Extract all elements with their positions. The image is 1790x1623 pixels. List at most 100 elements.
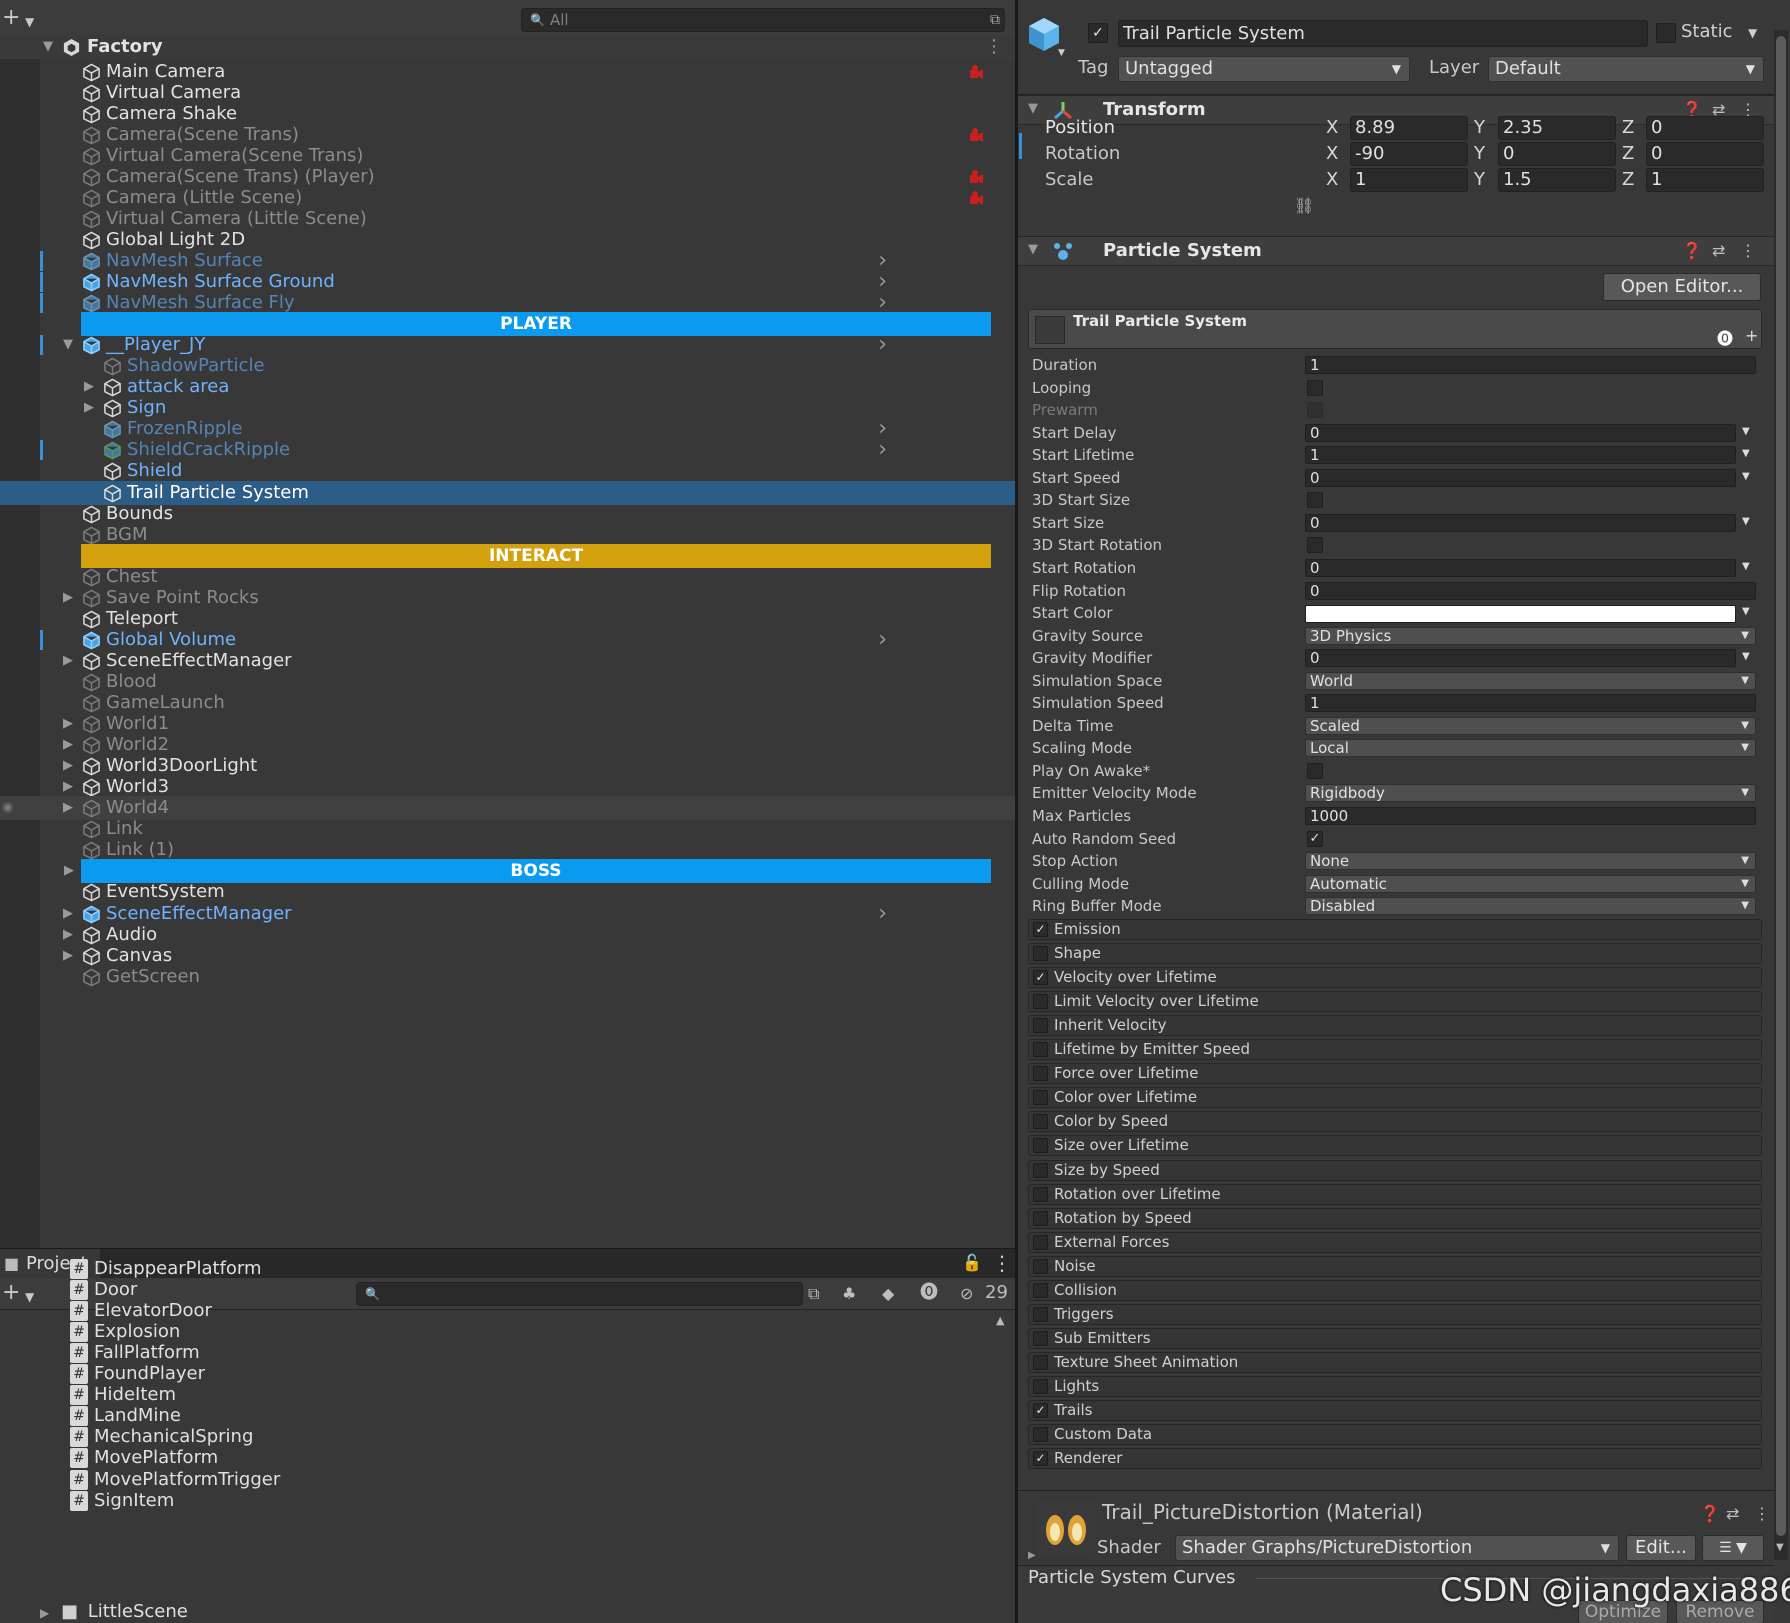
scale-y-field[interactable]: 1.5 [1498,168,1616,192]
module-enable-checkbox[interactable] [1033,1259,1048,1274]
scene-row[interactable]: ▼ Factory ⋮ [0,35,1015,59]
axis-z-label[interactable]: Z [1622,116,1634,140]
module-enable-checkbox[interactable]: ✓ [1033,1403,1048,1418]
hierarchy-item[interactable]: GetScreen [0,965,1015,989]
warning-icon[interactable]: ⓿ [1717,325,1733,349]
scale-x-field[interactable]: 1 [1350,168,1468,192]
shader-edit-button[interactable]: Edit... [1626,1535,1696,1561]
module-enable-checkbox[interactable] [1033,1187,1048,1202]
help-icon[interactable]: ❓ [1700,1504,1720,1524]
prop-field[interactable]: 0 [1305,424,1736,442]
curve-mode-dropdown-icon[interactable]: ▼ [1742,606,1750,617]
project-search-input[interactable]: 🔍 [356,1282,803,1306]
module-header[interactable]: ✓ Emission [1028,919,1762,940]
module-enable-checkbox[interactable]: ✓ [1033,922,1048,937]
more-options-icon[interactable]: ⋮ [985,35,1003,59]
module-enable-checkbox[interactable] [1033,1283,1048,1298]
prop-dropdown[interactable]: 3D Physics ▼ [1305,627,1756,645]
position-y-field[interactable]: 2.35 [1498,116,1616,140]
curve-mode-dropdown-icon[interactable]: ▼ [1742,426,1750,437]
curve-mode-dropdown-icon[interactable]: ▼ [1742,561,1750,572]
module-header[interactable]: ✓ Trails [1028,1400,1762,1421]
module-header[interactable]: Size over Lifetime [1028,1135,1762,1156]
add-icon[interactable]: + [1745,326,1758,345]
module-header[interactable]: Color by Speed [1028,1111,1762,1132]
module-enable-checkbox[interactable]: ✓ [1033,970,1048,985]
prop-dropdown[interactable]: Disabled ▼ [1305,897,1756,915]
prop-dropdown[interactable]: Scaled ▼ [1305,717,1756,735]
add-icon[interactable]: + [2,7,20,29]
rotation-z-field[interactable]: 0 [1646,142,1764,166]
more-options-icon[interactable]: ⋮ [992,1251,1012,1275]
module-header[interactable]: Lifetime by Emitter Speed [1028,1039,1762,1060]
curve-mode-dropdown-icon[interactable]: ▼ [1742,448,1750,459]
preset-icon[interactable]: ⇄ [1712,241,1725,261]
search-by-type-icon[interactable]: ⧉ [808,1284,819,1304]
expand-arrow-icon[interactable]: ▶ [40,1606,49,1620]
curve-mode-dropdown-icon[interactable]: ▼ [1742,471,1750,482]
axis-x-label[interactable]: X [1326,116,1338,140]
prop-field[interactable]: 1 [1305,446,1736,464]
module-enable-checkbox[interactable] [1033,1138,1048,1153]
add-icon[interactable]: + [2,1282,20,1304]
scene-visibility-icon[interactable]: ⧉ [990,9,1000,31]
module-header[interactable]: Custom Data [1028,1424,1762,1445]
prop-checkbox[interactable] [1307,537,1323,553]
axis-x-label[interactable]: X [1326,142,1338,166]
module-enable-checkbox[interactable] [1033,946,1048,961]
prop-field[interactable]: 0 [1305,469,1736,487]
prop-dropdown[interactable]: World ▼ [1305,672,1756,690]
prop-checkbox[interactable] [1307,380,1323,396]
folder-row[interactable]: ▶ ■ LittleScene [40,1600,188,1623]
inspector-scrollbar-thumb[interactable] [1776,36,1786,1536]
main-module-header[interactable]: Trail Particle System ⓿ + [1028,309,1762,349]
module-enable-checkbox[interactable] [1033,1114,1048,1129]
prop-checkbox[interactable] [1307,492,1323,508]
prop-field[interactable]: 0 [1305,582,1756,600]
module-header[interactable]: Size by Speed [1028,1160,1762,1181]
module-enable-checkbox[interactable] [1033,1066,1048,1081]
module-header[interactable]: Inherit Velocity [1028,1015,1762,1036]
hierarchy-item[interactable]: Shield [0,459,1015,483]
module-header[interactable]: Lights [1028,1376,1762,1397]
axis-y-label[interactable]: Y [1474,142,1485,166]
module-header[interactable]: Rotation over Lifetime [1028,1184,1762,1205]
active-checkbox[interactable]: ✓ [1088,23,1108,43]
prop-dropdown[interactable]: Automatic ▼ [1305,875,1756,893]
prop-checkbox[interactable] [1307,763,1323,779]
module-enable-checkbox[interactable] [1033,1331,1048,1346]
open-editor-button[interactable]: Open Editor... [1603,273,1761,301]
scroll-down-icon[interactable]: ▼ [1776,1542,1784,1553]
prop-field[interactable]: 1000 [1305,807,1756,825]
module-enable-checkbox[interactable] [1033,1042,1048,1057]
prop-field[interactable]: 1 [1305,356,1756,374]
foldout-arrow-icon[interactable]: ▼ [1028,101,1038,116]
label-icon[interactable]: ◆ [882,1284,894,1304]
rotation-x-field[interactable]: -90 [1350,142,1468,166]
prop-checkbox[interactable] [1307,402,1323,418]
module-header[interactable]: Rotation by Speed [1028,1208,1762,1229]
prop-field[interactable]: 0 [1305,649,1736,667]
module-enable-checkbox[interactable] [1033,1235,1048,1250]
module-enable-checkbox[interactable] [1033,1427,1048,1442]
module-header[interactable]: Triggers [1028,1304,1762,1325]
axis-y-label[interactable]: Y [1474,168,1485,192]
scale-link-icon[interactable]: ⛓ [1294,196,1314,215]
module-enable-checkbox[interactable] [1033,994,1048,1009]
material-foldout-arrow-icon[interactable]: ▶ [1028,1550,1036,1561]
module-enable-checkbox[interactable] [1033,1307,1048,1322]
curve-mode-dropdown-icon[interactable]: ▼ [1742,651,1750,662]
position-x-field[interactable]: 8.89 [1350,116,1468,140]
chevron-down-icon[interactable]: ▼ [25,1286,34,1308]
hidden-packages-icon[interactable]: ⊘ [960,1284,973,1304]
shader-options-button[interactable]: ☰ ▼ [1702,1535,1764,1561]
module-header[interactable]: ✓ Velocity over Lifetime [1028,967,1762,988]
module-header[interactable]: Collision [1028,1280,1762,1301]
more-options-icon[interactable]: ⋮ [1754,1504,1770,1524]
chevron-down-icon[interactable]: ▼ [1058,48,1065,58]
module-enable-checkbox[interactable] [1033,1355,1048,1370]
script-asset[interactable]: # SignItem [70,1489,174,1513]
scale-z-field[interactable]: 1 [1646,168,1764,192]
rotation-y-field[interactable]: 0 [1498,142,1616,166]
start-color-swatch[interactable] [1305,605,1736,623]
